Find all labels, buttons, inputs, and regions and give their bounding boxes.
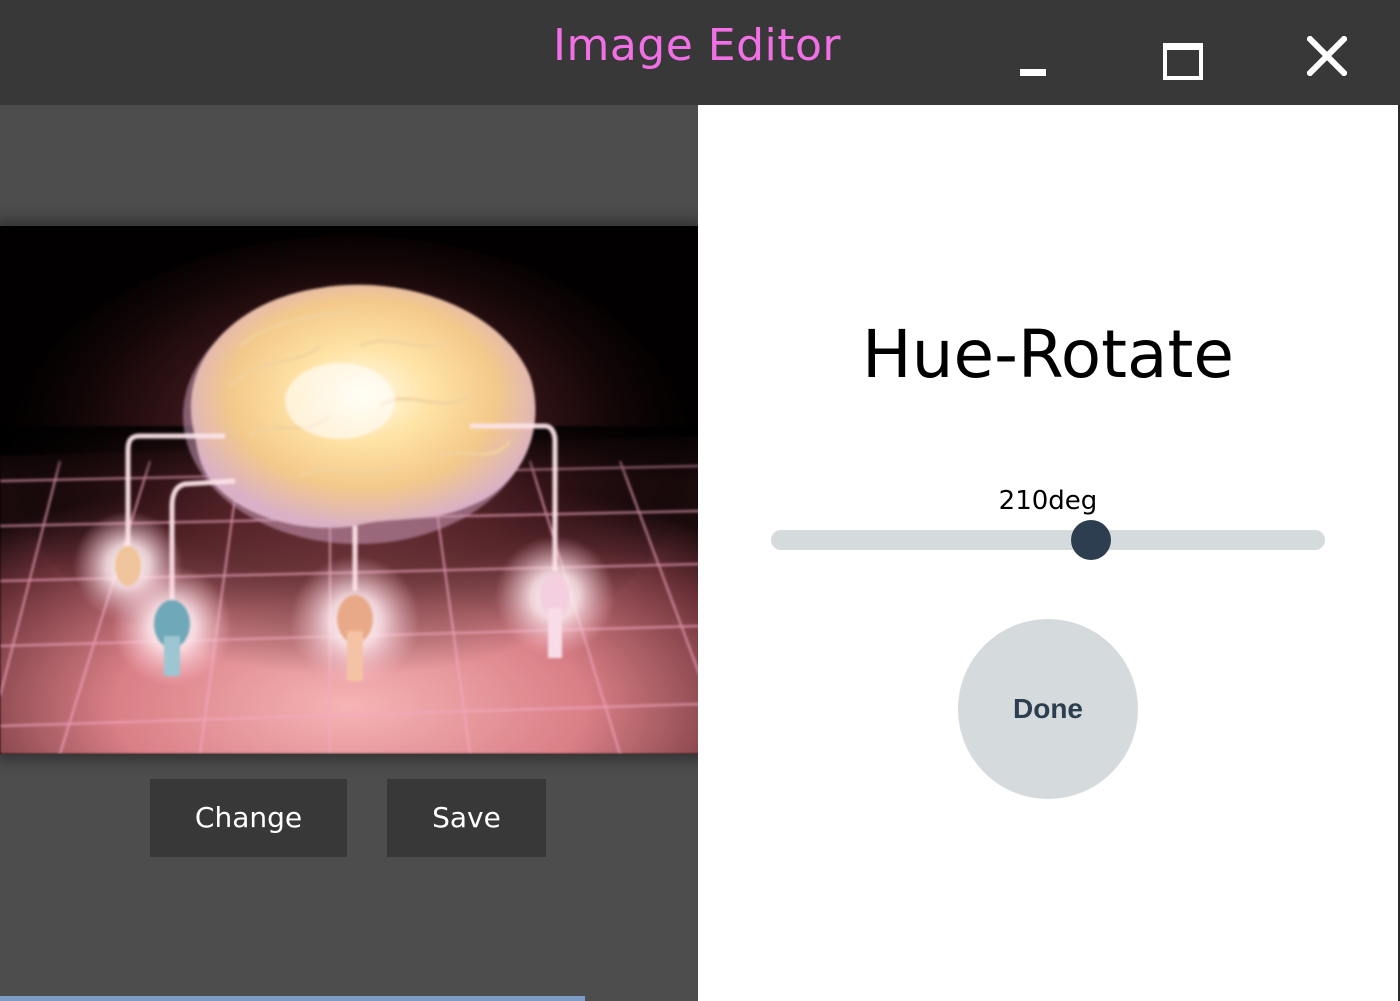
done-button[interactable]: Done <box>958 619 1138 799</box>
glowing-brain-image <box>0 226 700 754</box>
taskbar-edge <box>0 996 585 1001</box>
image-editor-window: Image Editor Change Save Hue-Rotate 210d… <box>0 0 1400 1001</box>
minimize-button[interactable] <box>992 22 1072 92</box>
filter-control-pane: Hue-Rotate 210deg Done <box>698 105 1398 1001</box>
close-icon <box>1307 36 1347 76</box>
title-bar[interactable]: Image Editor <box>0 0 1400 105</box>
filter-title: Hue-Rotate <box>862 316 1234 393</box>
maximize-button[interactable] <box>1142 22 1222 92</box>
minimize-icon <box>1020 69 1046 76</box>
hue-rotate-slider[interactable] <box>771 520 1325 560</box>
slider-thumb[interactable] <box>1071 520 1112 560</box>
maximize-icon <box>1163 43 1203 80</box>
slider-value-label: 210deg <box>998 486 1098 516</box>
change-button[interactable]: Change <box>150 779 347 857</box>
close-button[interactable] <box>1287 22 1367 92</box>
image-preview <box>0 226 700 754</box>
image-preview-pane: Change Save <box>0 105 700 1001</box>
save-button[interactable]: Save <box>387 779 546 857</box>
